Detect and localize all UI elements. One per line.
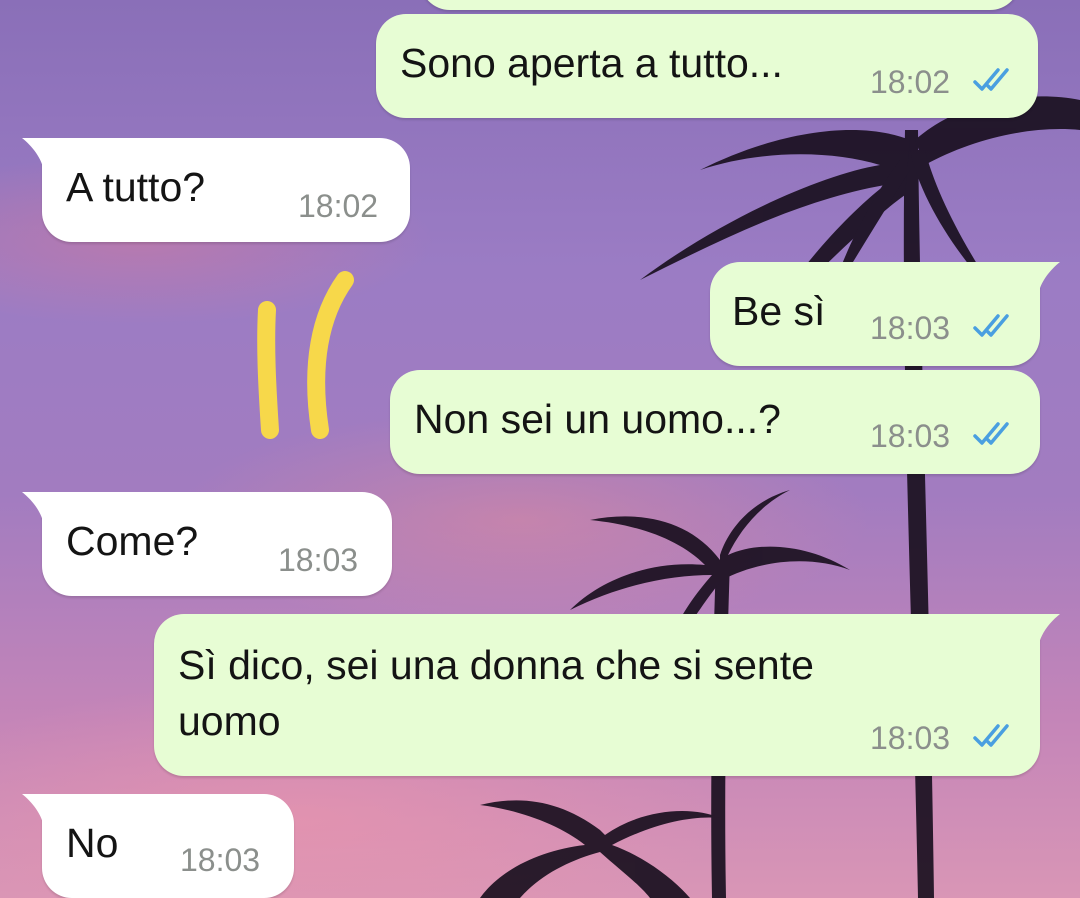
- message-outgoing-partial: [420, 0, 1020, 10]
- message-time: 18:02: [298, 188, 379, 224]
- message-time: 18:03: [278, 542, 359, 578]
- message-text: No: [66, 820, 119, 866]
- message-time: 18:03: [870, 310, 951, 346]
- message-incoming[interactable]: Come? 18:03: [22, 492, 392, 596]
- read-double-check-icon: [973, 314, 1009, 337]
- message-text: Be sì: [732, 288, 826, 334]
- message-time: 18:03: [180, 842, 261, 878]
- bubble-tail: [1020, 614, 1060, 648]
- message-incoming[interactable]: No 18:03: [22, 794, 294, 898]
- message-text-line-2: uomo: [178, 698, 281, 744]
- message-incoming[interactable]: A tutto? 18:02: [22, 138, 410, 242]
- read-double-check-icon: [973, 68, 1009, 91]
- message-outgoing[interactable]: Be sì 18:03: [710, 262, 1060, 366]
- message-text-line-1: Sì dico, sei una donna che si sente: [178, 642, 814, 688]
- message-text: Non sei un uomo...?: [414, 396, 781, 442]
- bubble-tail: [22, 794, 62, 828]
- message-outgoing[interactable]: Sì dico, sei una donna che si sente uomo…: [154, 614, 1060, 776]
- message-text: Come?: [66, 518, 199, 564]
- message-text: A tutto?: [66, 164, 206, 210]
- read-double-check-icon: [973, 422, 1009, 445]
- message-time: 18:02: [870, 64, 951, 100]
- bubble-tail: [22, 492, 62, 526]
- bubble-tail: [22, 138, 62, 172]
- message-outgoing[interactable]: Sono aperta a tutto... 18:02: [376, 14, 1038, 118]
- message-outgoing[interactable]: Non sei un uomo...? 18:03: [390, 370, 1040, 474]
- message-time: 18:03: [870, 720, 951, 756]
- read-double-check-icon: [973, 724, 1009, 747]
- message-text: Sono aperta a tutto...: [400, 40, 783, 86]
- message-time: 18:03: [870, 418, 951, 454]
- yellow-double-stroke-annotation: [257, 271, 354, 439]
- bubble-tail: [1020, 262, 1060, 296]
